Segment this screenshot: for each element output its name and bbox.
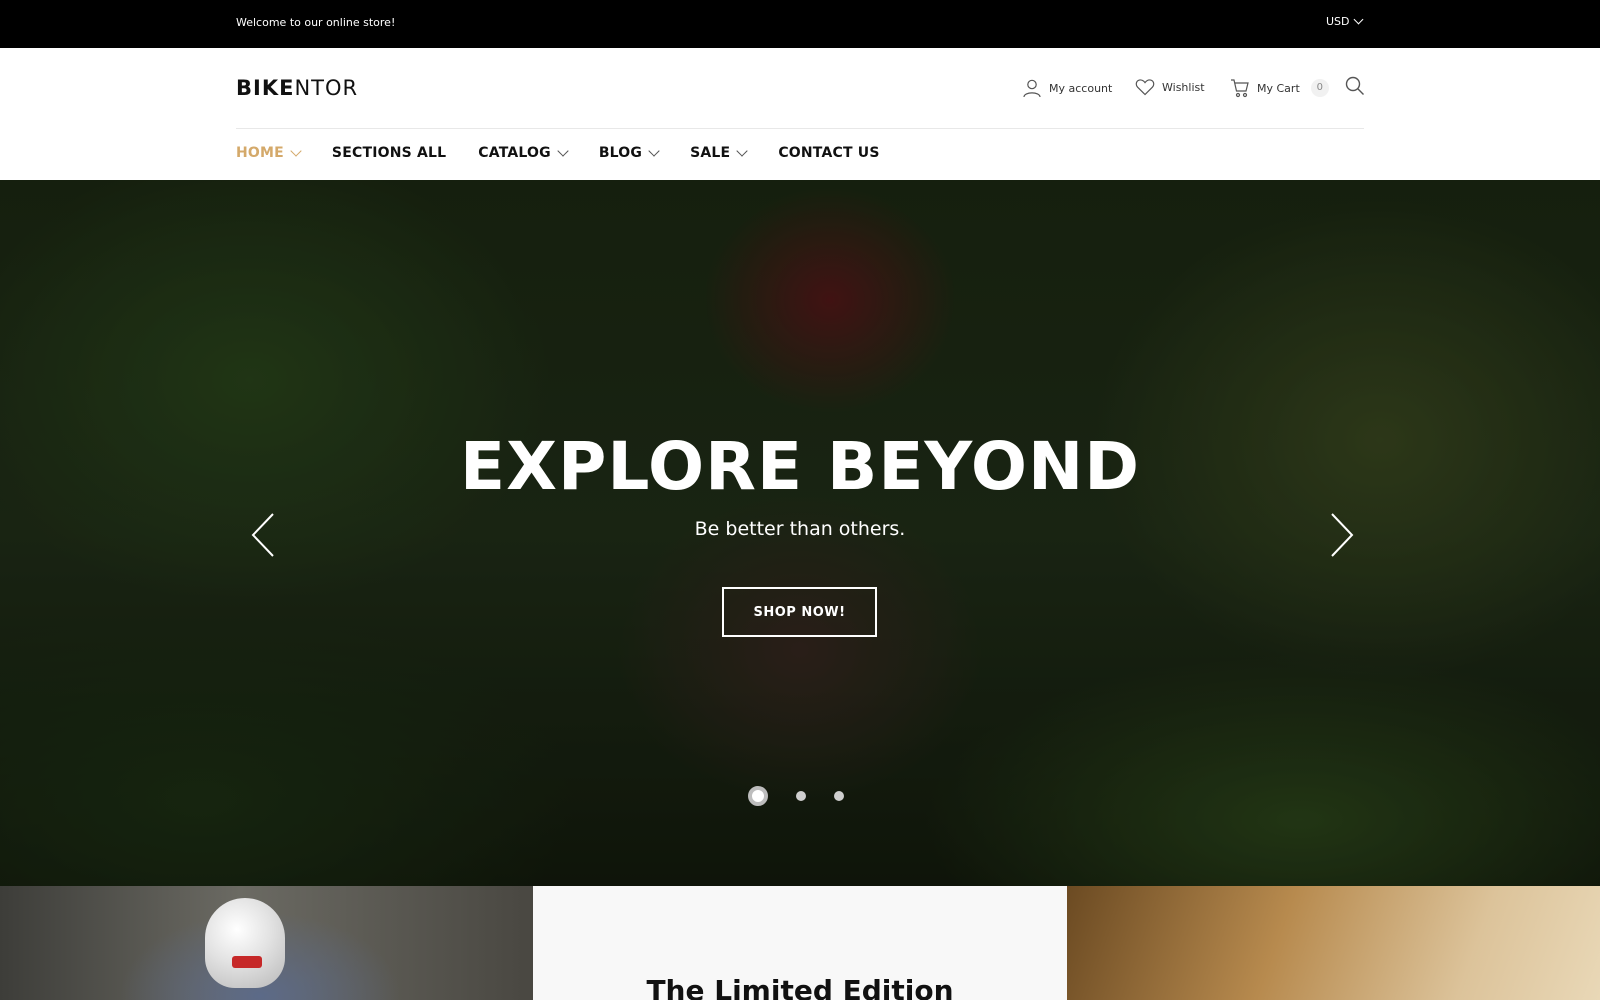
nav-item-label: SECTIONS ALL (331, 145, 447, 161)
promo-title: The Limited Edition (646, 974, 954, 1000)
nav-item-label: BLOG (598, 145, 643, 161)
site-header: BIKENTOR My account Wishlist My Cart 0 H… (0, 48, 1600, 180)
logo-light-text: NTOR (294, 76, 359, 100)
search-icon[interactable] (1344, 75, 1366, 97)
user-icon (1023, 79, 1041, 98)
promo-center-panel: The Limited Edition (533, 886, 1067, 1000)
chevron-down-icon (648, 144, 660, 157)
currency-selector[interactable]: USD (1326, 14, 1363, 28)
cart-icon (1231, 79, 1249, 98)
nav-item-label: CATALOG (478, 145, 551, 161)
heart-icon (1135, 79, 1155, 96)
my-cart-label: My Cart (1257, 81, 1300, 95)
slider-next-arrow-icon[interactable] (1320, 510, 1360, 560)
currency-label: USD (1326, 15, 1350, 28)
chevron-down-icon (557, 144, 569, 157)
top-bar: Welcome to our online store! USD (0, 0, 1600, 48)
rider-helmet-image (205, 898, 285, 988)
wishlist-label: Wishlist (1162, 80, 1205, 94)
slider-prev-arrow-icon[interactable] (245, 510, 285, 560)
slider-dots (748, 786, 844, 806)
nav-item-blog[interactable]: BLOG (598, 144, 660, 161)
main-nav: HOME SECTIONS ALL CATALOG BLOG SALE CONT… (236, 144, 912, 161)
welcome-text: Welcome to our online store! (236, 16, 396, 29)
logo[interactable]: BIKENTOR (236, 76, 358, 100)
nav-item-contact-us[interactable]: CONTACT US (778, 145, 879, 161)
nav-item-sale[interactable]: SALE (690, 144, 748, 161)
nav-item-catalog[interactable]: CATALOG (478, 144, 569, 161)
hero-title: EXPLORE BEYOND (460, 428, 1140, 505)
my-account-label: My account (1049, 81, 1113, 95)
nav-item-sections-all[interactable]: SECTIONS ALL (332, 145, 446, 161)
promo-image-left[interactable] (0, 886, 533, 1000)
logo-bold-text: BIKE (236, 76, 295, 100)
promo-image-right[interactable] (1067, 886, 1600, 1000)
slider-dot-2[interactable] (796, 791, 806, 801)
helmet-stripe (232, 956, 262, 968)
shop-now-button[interactable]: SHOP NOW! (722, 587, 877, 637)
slider-dot-1[interactable] (748, 786, 768, 806)
nav-item-home[interactable]: HOME (236, 144, 302, 161)
nav-item-label: HOME (236, 145, 284, 161)
hero-slider: EXPLORE BEYOND Be better than others. SH… (0, 180, 1600, 886)
chevron-down-icon (1353, 14, 1363, 25)
nav-item-label: SALE (690, 145, 731, 161)
my-cart-link[interactable]: My Cart 0 (1230, 78, 1329, 98)
header-divider (236, 128, 1364, 129)
slider-dot-3[interactable] (834, 791, 844, 801)
my-account-link[interactable]: My account (1022, 78, 1112, 98)
chevron-down-icon (736, 144, 748, 157)
nav-item-label: CONTACT US (778, 145, 880, 161)
chevron-down-icon (290, 144, 302, 157)
cart-count-badge: 0 (1310, 79, 1329, 97)
hero-subtitle: Be better than others. (694, 518, 906, 540)
wishlist-link[interactable]: Wishlist (1135, 78, 1205, 96)
